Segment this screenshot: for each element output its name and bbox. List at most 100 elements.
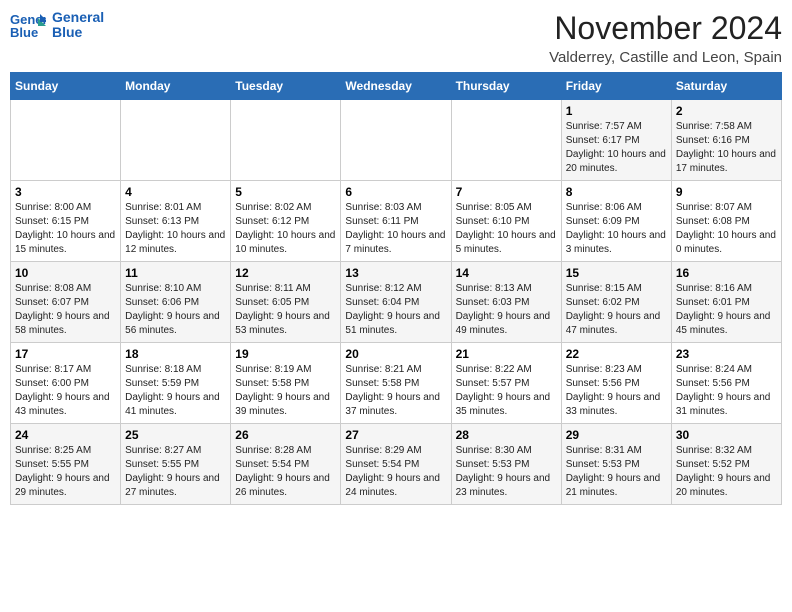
day-number: 22 xyxy=(566,347,667,361)
day-info: Sunrise: 8:30 AMSunset: 5:53 PMDaylight:… xyxy=(456,444,557,500)
column-header-saturday: Saturday xyxy=(671,73,781,100)
day-number: 10 xyxy=(15,266,116,280)
calendar-cell: 3Sunrise: 8:00 AMSunset: 6:15 PMDaylight… xyxy=(11,181,121,262)
calendar-cell xyxy=(341,100,451,181)
calendar-cell: 20Sunrise: 8:21 AMSunset: 5:58 PMDayligh… xyxy=(341,343,451,424)
day-number: 24 xyxy=(15,428,116,442)
title-area: November 2024 Valderrey, Castille and Le… xyxy=(549,10,782,66)
logo-line1: General xyxy=(52,10,104,25)
calendar-cell: 14Sunrise: 8:13 AMSunset: 6:03 PMDayligh… xyxy=(451,262,561,343)
day-number: 13 xyxy=(345,266,446,280)
day-info: Sunrise: 8:18 AMSunset: 5:59 PMDaylight:… xyxy=(125,363,226,419)
day-number: 12 xyxy=(235,266,336,280)
month-title: November 2024 xyxy=(549,10,782,47)
day-info: Sunrise: 8:25 AMSunset: 5:55 PMDaylight:… xyxy=(15,444,116,500)
calendar-cell: 5 Sunrise: 8:02 AMSunset: 6:12 PMDaylight… xyxy=(231,181,341,262)
calendar-cell: 4 Sunrise: 8:01 AMSunset: 6:13 PMDaylight… xyxy=(121,181,231,262)
calendar-cell xyxy=(451,100,561,181)
calendar-cell: 17 Sunrise: 8:17 AMSunset: 6:00 PMDayligh… xyxy=(11,343,121,424)
day-number: 23 xyxy=(676,347,777,361)
day-number: 28 xyxy=(456,428,557,442)
day-info: Sunrise: 8:28 AMSunset: 5:54 PMDaylight:… xyxy=(235,444,336,500)
logo-line2: Blue xyxy=(52,25,104,40)
day-info: Sunrise: 8:02 AMSunset: 6:12 PMDaylight:… xyxy=(235,201,336,257)
week-row-4: 17 Sunrise: 8:17 AMSunset: 6:00 PMDayligh… xyxy=(11,343,782,424)
day-number: 1 xyxy=(566,104,667,118)
calendar-cell: 12Sunrise: 8:11 AMSunset: 6:05 PMDayligh… xyxy=(231,262,341,343)
calendar-cell: 25Sunrise: 8:27 AMSunset: 5:55 PMDayligh… xyxy=(121,424,231,505)
day-info: Sunrise: 8:10 AMSunset: 6:06 PMDaylight:… xyxy=(125,282,226,338)
day-info: Sunrise: 8:05 AMSunset: 6:10 PMDaylight:… xyxy=(456,201,557,257)
calendar-cell: 22 Sunrise: 8:23 AMSunset: 5:56 PMDayligh… xyxy=(561,343,671,424)
calendar-cell: 7 Sunrise: 8:05 AMSunset: 6:10 PMDaylight… xyxy=(451,181,561,262)
calendar-cell: 30Sunrise: 8:32 AMSunset: 5:52 PMDayligh… xyxy=(671,424,781,505)
calendar-cell: 24 Sunrise: 8:25 AMSunset: 5:55 PMDayligh… xyxy=(11,424,121,505)
calendar-cell: 28 Sunrise: 8:30 AMSunset: 5:53 PMDayligh… xyxy=(451,424,561,505)
calendar-cell: 23 Sunrise: 8:24 AMSunset: 5:56 PMDayligh… xyxy=(671,343,781,424)
calendar-cell: 15 Sunrise: 8:15 AMSunset: 6:02 PMDayligh… xyxy=(561,262,671,343)
calendar-cell xyxy=(231,100,341,181)
calendar-table: SundayMondayTuesdayWednesdayThursdayFrid… xyxy=(10,72,782,505)
day-info: Sunrise: 8:03 AMSunset: 6:11 PMDaylight:… xyxy=(345,201,446,257)
day-number: 4 xyxy=(125,185,226,199)
day-info: Sunrise: 8:22 AMSunset: 5:57 PMDaylight:… xyxy=(456,363,557,419)
day-info: Sunrise: 8:29 AMSunset: 5:54 PMDaylight:… xyxy=(345,444,446,500)
week-row-3: 10 Sunrise: 8:08 AMSunset: 6:07 PMDayligh… xyxy=(11,262,782,343)
calendar-cell: 29 Sunrise: 8:31 AMSunset: 5:53 PMDayligh… xyxy=(561,424,671,505)
day-info: Sunrise: 8:07 AMSunset: 6:08 PMDaylight:… xyxy=(676,201,777,257)
day-info: Sunrise: 7:57 AMSunset: 6:17 PMDaylight:… xyxy=(566,120,667,176)
calendar-cell xyxy=(121,100,231,181)
day-number: 29 xyxy=(566,428,667,442)
day-info: Sunrise: 8:15 AMSunset: 6:02 PMDaylight:… xyxy=(566,282,667,338)
column-header-monday: Monday xyxy=(121,73,231,100)
week-row-1: 1 Sunrise: 7:57 AMSunset: 6:17 PMDaylight… xyxy=(11,100,782,181)
day-number: 6 xyxy=(345,185,446,199)
day-number: 7 xyxy=(456,185,557,199)
svg-text:Blue: Blue xyxy=(10,25,38,40)
day-info: Sunrise: 8:19 AMSunset: 5:58 PMDaylight:… xyxy=(235,363,336,419)
column-header-wednesday: Wednesday xyxy=(341,73,451,100)
page-header: General Blue General Blue November 2024 … xyxy=(10,10,782,66)
day-info: Sunrise: 8:27 AMSunset: 5:55 PMDaylight:… xyxy=(125,444,226,500)
calendar-cell: 19Sunrise: 8:19 AMSunset: 5:58 PMDayligh… xyxy=(231,343,341,424)
day-info: Sunrise: 8:01 AMSunset: 6:13 PMDaylight:… xyxy=(125,201,226,257)
location-title: Valderrey, Castille and Leon, Spain xyxy=(549,49,782,66)
day-info: Sunrise: 8:23 AMSunset: 5:56 PMDaylight:… xyxy=(566,363,667,419)
calendar-body: 1 Sunrise: 7:57 AMSunset: 6:17 PMDaylight… xyxy=(11,100,782,505)
day-number: 15 xyxy=(566,266,667,280)
day-info: Sunrise: 8:06 AMSunset: 6:09 PMDaylight:… xyxy=(566,201,667,257)
day-info: Sunrise: 8:00 AMSunset: 6:15 PMDaylight:… xyxy=(15,201,116,257)
week-row-5: 24 Sunrise: 8:25 AMSunset: 5:55 PMDayligh… xyxy=(11,424,782,505)
day-number: 17 xyxy=(15,347,116,361)
day-number: 2 xyxy=(676,104,777,118)
day-info: Sunrise: 7:58 AMSunset: 6:16 PMDaylight:… xyxy=(676,120,777,176)
calendar-cell: 10 Sunrise: 8:08 AMSunset: 6:07 PMDayligh… xyxy=(11,262,121,343)
week-row-2: 3Sunrise: 8:00 AMSunset: 6:15 PMDaylight… xyxy=(11,181,782,262)
day-number: 16 xyxy=(676,266,777,280)
logo: General Blue General Blue xyxy=(10,10,104,41)
day-number: 5 xyxy=(235,185,336,199)
calendar-cell: 21Sunrise: 8:22 AMSunset: 5:57 PMDayligh… xyxy=(451,343,561,424)
column-header-thursday: Thursday xyxy=(451,73,561,100)
day-info: Sunrise: 8:16 AMSunset: 6:01 PMDaylight:… xyxy=(676,282,777,338)
calendar-cell xyxy=(11,100,121,181)
day-info: Sunrise: 8:21 AMSunset: 5:58 PMDaylight:… xyxy=(345,363,446,419)
day-info: Sunrise: 8:17 AMSunset: 6:00 PMDaylight:… xyxy=(15,363,116,419)
day-number: 11 xyxy=(125,266,226,280)
day-number: 26 xyxy=(235,428,336,442)
day-number: 27 xyxy=(345,428,446,442)
day-number: 8 xyxy=(566,185,667,199)
calendar-cell: 9Sunrise: 8:07 AMSunset: 6:08 PMDaylight… xyxy=(671,181,781,262)
calendar-cell: 11 Sunrise: 8:10 AMSunset: 6:06 PMDayligh… xyxy=(121,262,231,343)
day-info: Sunrise: 8:24 AMSunset: 5:56 PMDaylight:… xyxy=(676,363,777,419)
calendar-cell: 26 Sunrise: 8:28 AMSunset: 5:54 PMDayligh… xyxy=(231,424,341,505)
day-info: Sunrise: 8:08 AMSunset: 6:07 PMDaylight:… xyxy=(15,282,116,338)
column-header-friday: Friday xyxy=(561,73,671,100)
day-number: 18 xyxy=(125,347,226,361)
day-info: Sunrise: 8:12 AMSunset: 6:04 PMDaylight:… xyxy=(345,282,446,338)
calendar-cell: 2 Sunrise: 7:58 AMSunset: 6:16 PMDaylight… xyxy=(671,100,781,181)
day-info: Sunrise: 8:31 AMSunset: 5:53 PMDaylight:… xyxy=(566,444,667,500)
day-number: 14 xyxy=(456,266,557,280)
calendar-cell: 13 Sunrise: 8:12 AMSunset: 6:04 PMDayligh… xyxy=(341,262,451,343)
calendar-cell: 1 Sunrise: 7:57 AMSunset: 6:17 PMDaylight… xyxy=(561,100,671,181)
